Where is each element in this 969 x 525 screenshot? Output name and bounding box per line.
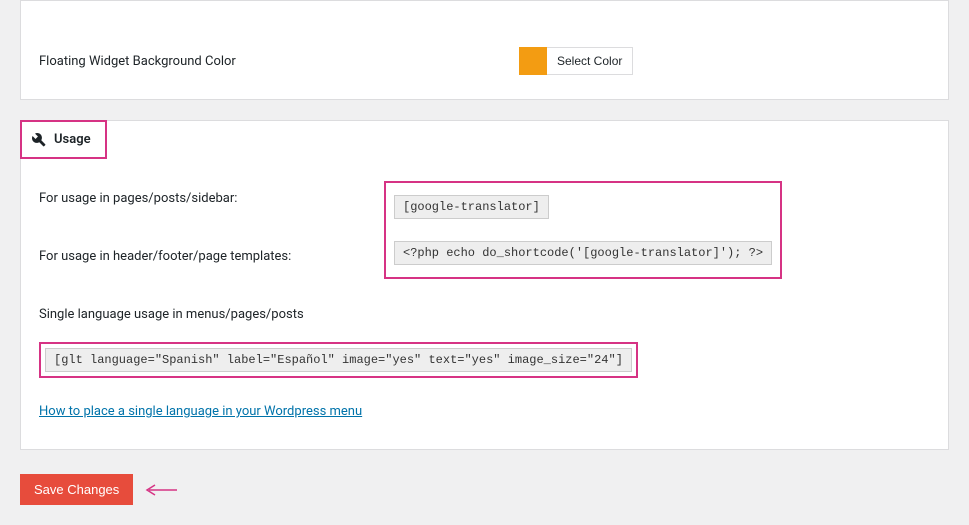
single-lang-help-link[interactable]: How to place a single language in your W… (39, 404, 362, 419)
save-row: Save Changes (20, 474, 949, 505)
usage-codes-highlight: [google-translator] <?php echo do_shortc… (384, 181, 782, 279)
templates-usage-code: <?php echo do_shortcode('[google-transla… (394, 241, 772, 265)
pages-usage-label: For usage in pages/posts/sidebar: (39, 191, 384, 206)
color-swatch[interactable] (519, 47, 547, 75)
bg-color-row: Floating Widget Background Color Select … (39, 47, 930, 75)
arrow-annotation-icon (143, 483, 179, 497)
bg-color-label: Floating Widget Background Color (39, 54, 519, 69)
usage-tab-label: Usage (54, 132, 91, 147)
single-lang-highlight: [glt language="Spanish" label="Español" … (39, 342, 638, 378)
color-picker: Select Color (519, 47, 633, 75)
wrench-icon (32, 133, 46, 147)
save-changes-button[interactable]: Save Changes (20, 474, 133, 505)
templates-usage-label: For usage in header/footer/page template… (39, 249, 384, 264)
usage-panel: Usage For usage in pages/posts/sidebar: … (20, 120, 949, 450)
floating-widget-panel: Floating Widget Background Color Select … (20, 0, 949, 100)
usage-tab: Usage (20, 120, 107, 159)
single-lang-label: Single language usage in menus/pages/pos… (39, 307, 930, 322)
single-lang-code: [glt language="Spanish" label="Español" … (45, 348, 632, 372)
pages-usage-code: [google-translator] (394, 195, 549, 219)
select-color-button[interactable]: Select Color (547, 47, 633, 75)
